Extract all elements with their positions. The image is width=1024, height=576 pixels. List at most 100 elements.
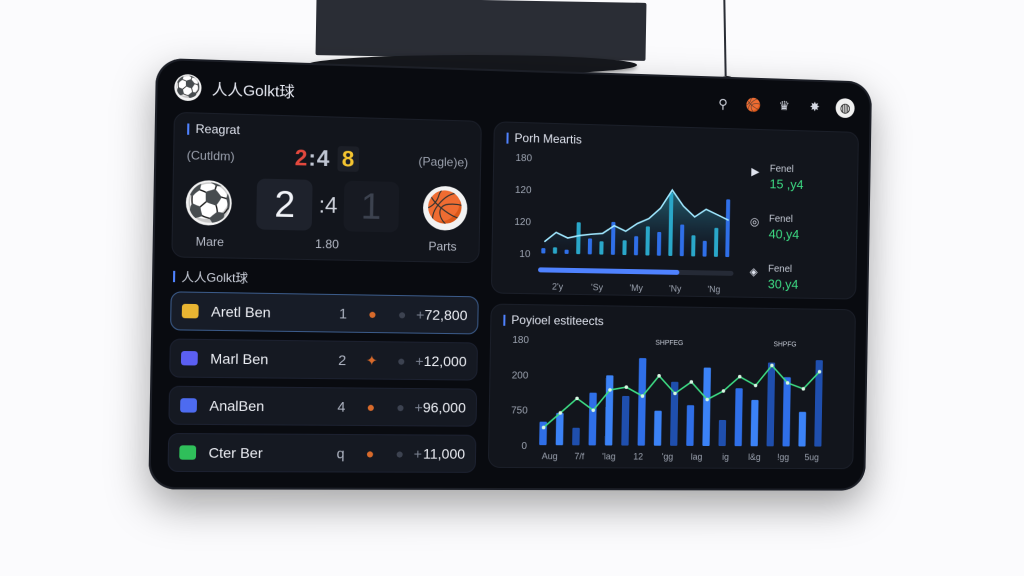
bar	[576, 222, 581, 255]
right-column: Porh Meartis 180 120 120 10 2'y 'Sy 'My 'Ny 'Ng …	[487, 121, 859, 470]
player-rank: q	[336, 445, 345, 462]
player-name: Marl Ben	[210, 350, 269, 368]
main-content: Reagrat (Cutldm) 2:4 8 (Pagle)e) ⚽ 2 :4 …	[167, 111, 859, 473]
star-icon[interactable]: ✸	[805, 97, 824, 117]
chart-annotation: SHPFG	[773, 341, 796, 348]
bar	[564, 249, 569, 254]
player-amount: 96,000	[422, 399, 467, 416]
player-name: Aretl Ben	[210, 303, 271, 321]
chart1-area: 180 120 120 10 2'y 'Sy 'My 'Ny 'Ng	[504, 145, 742, 302]
leaderboard-list: Aretl Ben 1 ● ● + 72,800 Marl Ben 2 ✦ ● …	[167, 291, 479, 473]
bar	[637, 358, 647, 446]
bar	[725, 199, 731, 258]
whistle-icon[interactable]: ⚲	[713, 94, 733, 114]
bar	[691, 235, 696, 257]
bar	[604, 375, 614, 446]
home-score: 2	[256, 178, 313, 231]
bar	[599, 241, 604, 255]
scoreboard-panel: Reagrat (Cutldm) 2:4 8 (Pagle)e) ⚽ 2 :4 …	[171, 111, 482, 264]
badge-icon	[179, 445, 197, 460]
bar	[782, 377, 791, 447]
bar	[750, 399, 759, 447]
stat-label: Fenel	[768, 263, 793, 275]
soccer-ball-icon: ⚽	[185, 179, 233, 226]
basketball-team-icon: 🏀	[422, 185, 468, 231]
x-tick-label: 12	[633, 452, 643, 462]
bar	[633, 236, 639, 256]
list-item[interactable]: Marl Ben 2 ✦ ● + 12,000	[169, 338, 479, 381]
bar	[588, 392, 597, 446]
bar	[718, 419, 727, 447]
scoreboard-footer-row: Mare 1.80 Parts	[185, 234, 467, 254]
x-tick-label: l&g	[748, 452, 761, 462]
app-title: 人人Golkt球	[211, 80, 295, 101]
left-column: Reagrat (Cutldm) 2:4 8 (Pagle)e) ⚽ 2 :4 …	[167, 111, 482, 473]
leaderboard-title: 人人Golkt球	[173, 268, 479, 291]
tablet-device: ⚽ 人人Golkt球 ⚲ 🏀 ♛ ✸ ◍ Reagrat (Cutldm) 2:…	[148, 57, 873, 491]
x-tick-label: ig	[722, 452, 729, 462]
bar	[798, 411, 807, 447]
bar	[645, 226, 650, 256]
list-item[interactable]: Cter Ber q ● ● + 11,000	[167, 432, 477, 473]
bar	[679, 224, 685, 257]
x-tick-label: 2'y	[552, 282, 564, 292]
chart1-svg: 180 120 120 10 2'y 'Sy 'My 'Ny 'Ng	[514, 153, 734, 294]
basketball-icon[interactable]: 🏀	[744, 95, 764, 115]
mini-score: 2:4 8	[295, 145, 360, 173]
mini-score-a: 2	[294, 144, 309, 171]
stat-value: 15 ,y4	[769, 175, 804, 192]
bar	[686, 405, 695, 446]
statistics-chart-panel: Poyioel estiteects 180 200 750 0 Aug 7/f'lag 1…	[487, 303, 856, 470]
hanging-cord-left	[315, 0, 647, 61]
list-item[interactable]: AnalBen 4 ● ● + 96,000	[168, 385, 478, 427]
match-time: 1.80	[314, 236, 340, 252]
stat-item: ◎ Fenel 40,y4	[748, 213, 846, 243]
bar	[656, 231, 662, 256]
plus-icon: +	[414, 399, 423, 416]
trophy-icon[interactable]: ♛	[775, 96, 794, 116]
big-scores: 2 :4 1	[256, 178, 399, 233]
bar	[702, 367, 711, 447]
player-name: AnalBen	[209, 397, 265, 415]
plus-icon: +	[415, 352, 424, 369]
player-amount: 12,000	[423, 352, 467, 370]
volleyball-icon[interactable]: ◍	[835, 98, 855, 119]
plus-icon: +	[413, 445, 423, 462]
stat-value: 30,y4	[767, 276, 799, 292]
status-dot-icon: ●	[396, 398, 406, 416]
bar	[653, 410, 662, 446]
chart-annotation: SHPFEG	[655, 340, 683, 347]
shield-icon: ◈	[749, 265, 758, 278]
y-tick-label: 200	[512, 370, 529, 381]
player-rank: 2	[338, 351, 347, 369]
badge-icon	[180, 350, 198, 366]
x-tick-label: 'lag	[602, 451, 616, 461]
y-tick-label: 180	[515, 153, 532, 164]
line-point	[721, 389, 726, 393]
bar	[572, 427, 580, 446]
right-tag: (Pagle)e)	[418, 154, 469, 170]
bar	[621, 395, 630, 446]
play-icon: ▶	[751, 165, 760, 178]
player-name: Cter Ber	[208, 444, 263, 462]
left-tag: (Cutldm)	[186, 148, 235, 164]
stat-label: Fenel	[769, 163, 794, 175]
x-tick-label: 7/f	[574, 451, 584, 461]
mini-score-c: 8	[337, 146, 360, 172]
mini-score-b: :4	[308, 145, 331, 172]
y-tick-label: 10	[519, 249, 531, 260]
runner-icon: ✦	[365, 351, 378, 368]
y-tick-label: 750	[511, 406, 528, 417]
list-item[interactable]: Aretl Ben 1 ● ● + 72,800	[170, 291, 479, 335]
player-rank: 1	[338, 305, 348, 322]
y-tick-label: 0	[521, 441, 527, 452]
bar	[587, 238, 593, 255]
basketball-icon: ●	[365, 445, 375, 462]
bar	[555, 412, 564, 446]
stat-item: ▶ Fenel 15 ,y4	[748, 163, 846, 193]
x-tick-label: 'My	[629, 283, 643, 293]
status-dot-icon: ●	[396, 352, 406, 369]
player-amount: 11,000	[422, 445, 466, 462]
away-team-name: Parts	[428, 239, 457, 254]
bar	[734, 388, 743, 447]
